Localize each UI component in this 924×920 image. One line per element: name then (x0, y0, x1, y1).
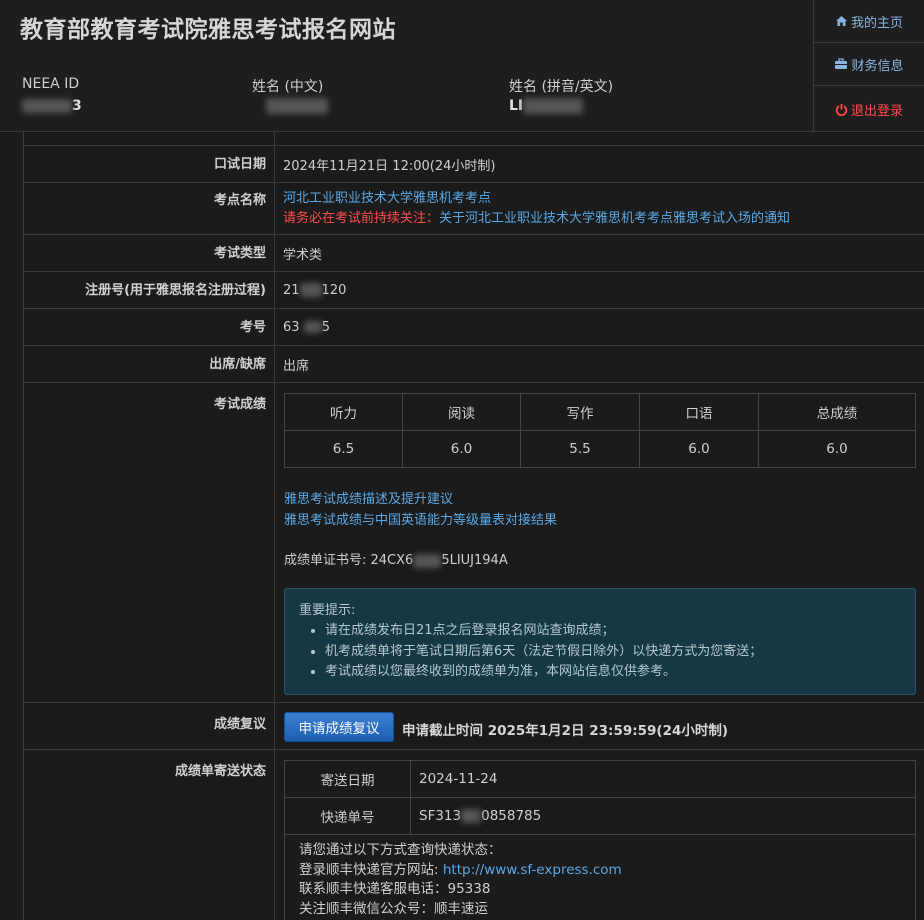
center-notice-link[interactable]: 关于河北工业职业技术大学雅思机考考点雅思考试入场的通知 (439, 211, 790, 226)
page-header: 教育部教育考试院雅思考试报名网站 NEEA ID 3 姓名 (中文) 姓名 (拼… (0, 0, 924, 132)
redacted-block (299, 283, 322, 297)
neea-id-label: NEEA ID (22, 76, 80, 92)
name-cn-value (266, 98, 328, 114)
table-row-exam-type: 考试类型 学术类 (24, 234, 924, 272)
home-icon (835, 16, 847, 26)
table-row-center: 考点名称 河北工业职业技术大学雅思机考考点 请务必在考试前持续关注：关于河北工业… (24, 183, 924, 235)
important-notice: 重要提示: 请在成绩发布日21点之后登录报名网站查询成绩； 机考成绩单将于笔试日… (284, 588, 916, 695)
oral-date-label: 口试日期 (24, 145, 275, 183)
table-row-oral-date: 口试日期 2024年11月21日 12:00(24小时制) (24, 145, 924, 183)
tracking-label: 快递单号 (284, 797, 411, 835)
nav-logout-label: 退出登录 (850, 103, 903, 119)
table-row-attendance: 出席/缺席 出席 (24, 345, 924, 383)
site-title: 教育部教育考试院雅思考试报名网站 (20, 17, 396, 43)
name-cn-label: 姓名 (中文) (252, 79, 324, 95)
exam-number-label: 考号 (24, 308, 275, 346)
score-description-link[interactable]: 雅思考试成绩描述及提升建议 (284, 488, 453, 507)
sf-express-link[interactable]: http://www.sf-express.com (443, 862, 622, 878)
notice-title: 重要提示: (299, 603, 356, 618)
delivery-query-row: 请您通过以下方式查询快递状态： 登录顺丰快递官方网站: http://www.s… (284, 834, 916, 920)
delivery-date-label: 寄送日期 (284, 760, 411, 798)
score-header-row: 听力 阅读 写作 口语 总成绩 (284, 393, 916, 431)
neea-id-value: 3 (22, 98, 82, 114)
delivery-label: 成绩单寄送状态 (24, 750, 275, 920)
registration-label: 注册号(用于雅思报名注册过程) (24, 271, 275, 309)
briefcase-icon (835, 58, 848, 69)
redacted-block (266, 98, 328, 114)
name-en-value: LI (509, 98, 584, 114)
oral-date-value: 2024年11月21日 12:00(24小时制) (283, 158, 496, 174)
score-table: 听力 阅读 写作 口语 总成绩 6.5 6.0 5.5 6.0 6.0 (284, 393, 916, 468)
notice-list: 请在成绩发布日21点之后登录报名网站查询成绩； 机考成绩单将于笔试日期后第6天（… (325, 621, 901, 683)
score-header-speaking: 口语 (639, 393, 759, 431)
notice-item: 请在成绩发布日21点之后登录报名网站查询成绩； (325, 621, 901, 642)
review-deadline: 申请截止时间 2025年1月2日 23:59:59(24小时制) (402, 723, 729, 739)
score-writing: 5.5 (520, 430, 640, 468)
query-site: 登录顺丰快递官方网站: http://www.sf-express.com (299, 861, 622, 878)
score-header-overall: 总成绩 (758, 393, 916, 431)
table-row-exam-number: 考号 63 5 (24, 308, 924, 346)
trf-number: 成绩单证书号: 24CX6 5LIUJ194A (284, 553, 508, 568)
score-header-listening: 听力 (284, 393, 403, 431)
notice-item: 考试成绩以您最终收到的成绩单为准，本网站信息仅供参考。 (325, 662, 901, 683)
nav-finance-label: 财务信息 (851, 58, 904, 74)
notice-item: 机考成绩单将于笔试日期后第6天（法定节假日除外）以快递方式为您寄送； (325, 642, 901, 663)
review-label: 成绩复议 (24, 703, 275, 749)
delivery-query-info: 请您通过以下方式查询快递状态： 登录顺丰快递官方网站: http://www.s… (284, 834, 916, 920)
table-row-registration: 注册号(用于雅思报名注册过程) 21 120 (24, 271, 924, 309)
center-link[interactable]: 河北工业职业技术大学雅思机考考点 (283, 191, 491, 206)
cse-mapping-link[interactable]: 雅思考试成绩与中国英语能力等级量表对接结果 (284, 509, 557, 528)
query-wechat: 关注顺丰微信公众号：顺丰速运 (299, 900, 488, 917)
score-value-row: 6.5 6.0 5.5 6.0 6.0 (284, 430, 916, 468)
apply-review-button[interactable]: 申请成绩复议 (284, 712, 394, 742)
score-listening: 6.5 (284, 430, 403, 468)
nav-logout[interactable]: 退出登录 (814, 86, 924, 132)
score-header-reading: 阅读 (402, 393, 521, 431)
tracking-value: SF313 0858785 (410, 797, 916, 835)
left-rail (0, 132, 24, 920)
nav-finance[interactable]: 财务信息 (814, 43, 924, 86)
score-reading: 6.0 (402, 430, 521, 468)
score-label: 考试成绩 (24, 383, 275, 702)
center-warning: 请务必在考试前持续关注： (283, 211, 440, 226)
redacted-block (22, 99, 72, 113)
attendance-label: 出席/缺席 (24, 345, 275, 383)
redacted-block (461, 809, 482, 823)
tracking-row: 快递单号 SF313 0858785 (284, 797, 916, 835)
delivery-date-value: 2024-11-24 (410, 760, 916, 798)
delivery-table: 寄送日期 2024-11-24 快递单号 SF313 0858785 请您通过以下… (284, 760, 916, 920)
table-row-top (24, 132, 924, 146)
score-speaking: 6.0 (639, 430, 759, 468)
exam-number-value: 63 5 (283, 319, 330, 335)
score-header-writing: 写作 (520, 393, 640, 431)
redacted-block (523, 98, 584, 114)
delivery-date-row: 寄送日期 2024-11-24 (284, 760, 916, 798)
nav-home[interactable]: 我的主页 (814, 0, 924, 43)
exam-type-value: 学术类 (283, 247, 323, 263)
nav-home-label: 我的主页 (850, 15, 903, 31)
query-phone: 联系顺丰快递客服电话：95338 (299, 881, 491, 897)
side-nav: 我的主页 财务信息 退出登录 (813, 0, 924, 132)
attendance-value: 出席 (283, 358, 310, 374)
registration-value: 21 120 (283, 282, 347, 298)
redacted-block (303, 321, 322, 333)
name-en-label: 姓名 (拼音/英文) (509, 79, 614, 95)
exam-type-label: 考试类型 (24, 234, 275, 272)
power-icon (835, 103, 848, 116)
redacted-block (413, 553, 442, 568)
score-overall: 6.0 (758, 430, 916, 468)
center-label: 考点名称 (24, 183, 275, 234)
query-intro: 请您通过以下方式查询快递状态： (299, 842, 502, 858)
